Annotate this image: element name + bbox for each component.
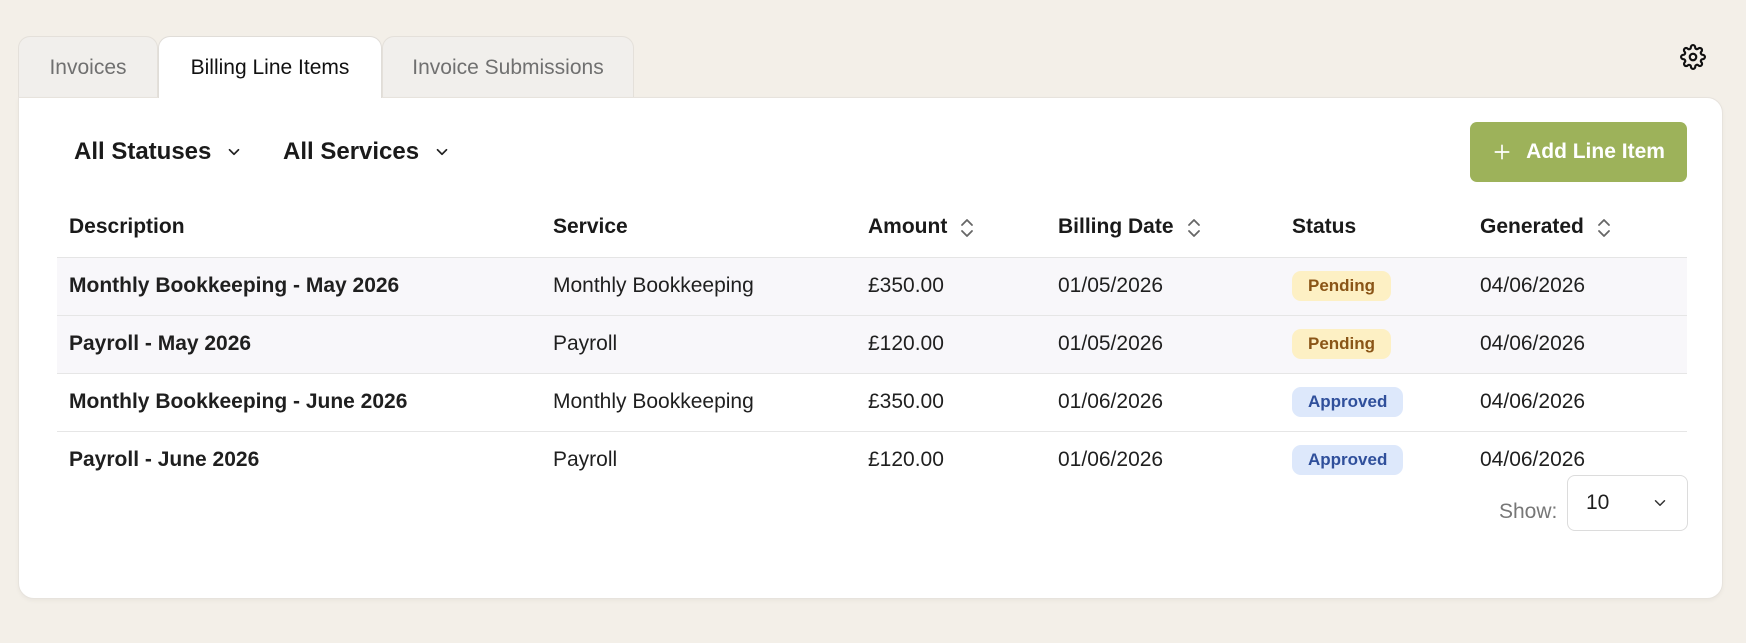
sort-icon[interactable]: [1186, 217, 1202, 239]
cell-amount: £350.00: [856, 257, 1046, 316]
cell-service: Payroll: [541, 315, 856, 374]
page-size-label: Show:: [1499, 500, 1558, 523]
column-header-generated[interactable]: Generated: [1468, 198, 1687, 258]
cell-description: Monthly Bookkeeping - May 2026: [57, 257, 541, 316]
chevron-down-icon: [1654, 500, 1666, 506]
cell-amount: £120.00: [856, 315, 1046, 374]
status-filter-label: All Statuses: [74, 138, 212, 165]
line-items-table: Description Service Amount Billing Date …: [57, 198, 1687, 489]
add-line-item-label: Add Line Item: [1526, 140, 1665, 163]
service-filter-dropdown[interactable]: All Services: [283, 138, 451, 166]
page-size-value: 10: [1586, 491, 1610, 514]
service-filter-label: All Services: [283, 138, 420, 165]
table-row[interactable]: Monthly Bookkeeping - June 2026 Monthly …: [57, 373, 1687, 432]
cell-amount: £350.00: [856, 373, 1046, 432]
line-items-panel: All Statuses All Services Add Line Item …: [18, 97, 1723, 599]
cell-generated: 04/06/2026: [1468, 315, 1687, 374]
cell-description: Payroll - May 2026: [57, 315, 541, 374]
cell-service: Monthly Bookkeeping: [541, 257, 856, 316]
tab-billing-line-items[interactable]: Billing Line Items: [158, 36, 382, 98]
table-row[interactable]: Payroll - May 2026 Payroll £120.00 01/05…: [57, 315, 1687, 374]
table-header-row: Description Service Amount Billing Date …: [57, 198, 1687, 258]
status-badge: Approved: [1292, 387, 1404, 417]
cell-generated: 04/06/2026: [1468, 257, 1687, 316]
column-header-service: Service: [541, 198, 856, 258]
add-line-item-button[interactable]: Add Line Item: [1470, 122, 1687, 182]
table-row[interactable]: Payroll - June 2026 Payroll £120.00 01/0…: [57, 431, 1687, 489]
cell-status: Approved: [1280, 373, 1468, 432]
status-badge: Approved: [1292, 445, 1404, 476]
cell-service: Monthly Bookkeeping: [541, 373, 856, 432]
chevron-down-icon: [229, 148, 240, 156]
status-badge: Pending: [1292, 329, 1392, 359]
column-header-billing-date[interactable]: Billing Date: [1046, 198, 1280, 258]
cell-billing-date: 01/06/2026: [1058, 448, 1164, 472]
tab-invoices[interactable]: Invoices: [18, 36, 158, 98]
cell-status: Pending: [1280, 315, 1468, 374]
column-header-amount[interactable]: Amount: [856, 198, 1046, 258]
status-badge: Pending: [1292, 271, 1392, 301]
column-header-description: Description: [57, 198, 541, 258]
tab-bar: Invoices Billing Line Items Invoice Subm…: [18, 36, 634, 98]
chevron-down-icon: [436, 148, 448, 156]
cell-status: Pending: [1280, 257, 1468, 316]
tab-invoice-submissions[interactable]: Invoice Submissions: [382, 36, 634, 98]
cell-billing-date: 01/05/2026: [1046, 257, 1280, 316]
table-row[interactable]: Monthly Bookkeeping - May 2026 Monthly B…: [57, 257, 1687, 316]
cell-amount: £120.00: [868, 448, 944, 472]
cell-generated: 04/06/2026: [1468, 373, 1687, 432]
cell-billing-date: 01/06/2026: [1046, 373, 1280, 432]
cell-description: Monthly Bookkeeping - June 2026: [57, 373, 541, 432]
sort-icon[interactable]: [1596, 217, 1612, 239]
cell-service: Payroll: [553, 448, 618, 472]
cell-status: Approved: [1280, 431, 1468, 489]
sort-icon[interactable]: [959, 217, 975, 239]
plus-icon: [1494, 144, 1510, 160]
status-filter-dropdown[interactable]: All Statuses: [74, 138, 243, 166]
page-size-select[interactable]: 10: [1567, 475, 1688, 531]
column-header-status: Status: [1280, 198, 1468, 258]
cell-description: Payroll - June 2026: [69, 448, 260, 472]
cell-billing-date: 01/05/2026: [1046, 315, 1280, 374]
gear-icon[interactable]: [1680, 44, 1706, 70]
